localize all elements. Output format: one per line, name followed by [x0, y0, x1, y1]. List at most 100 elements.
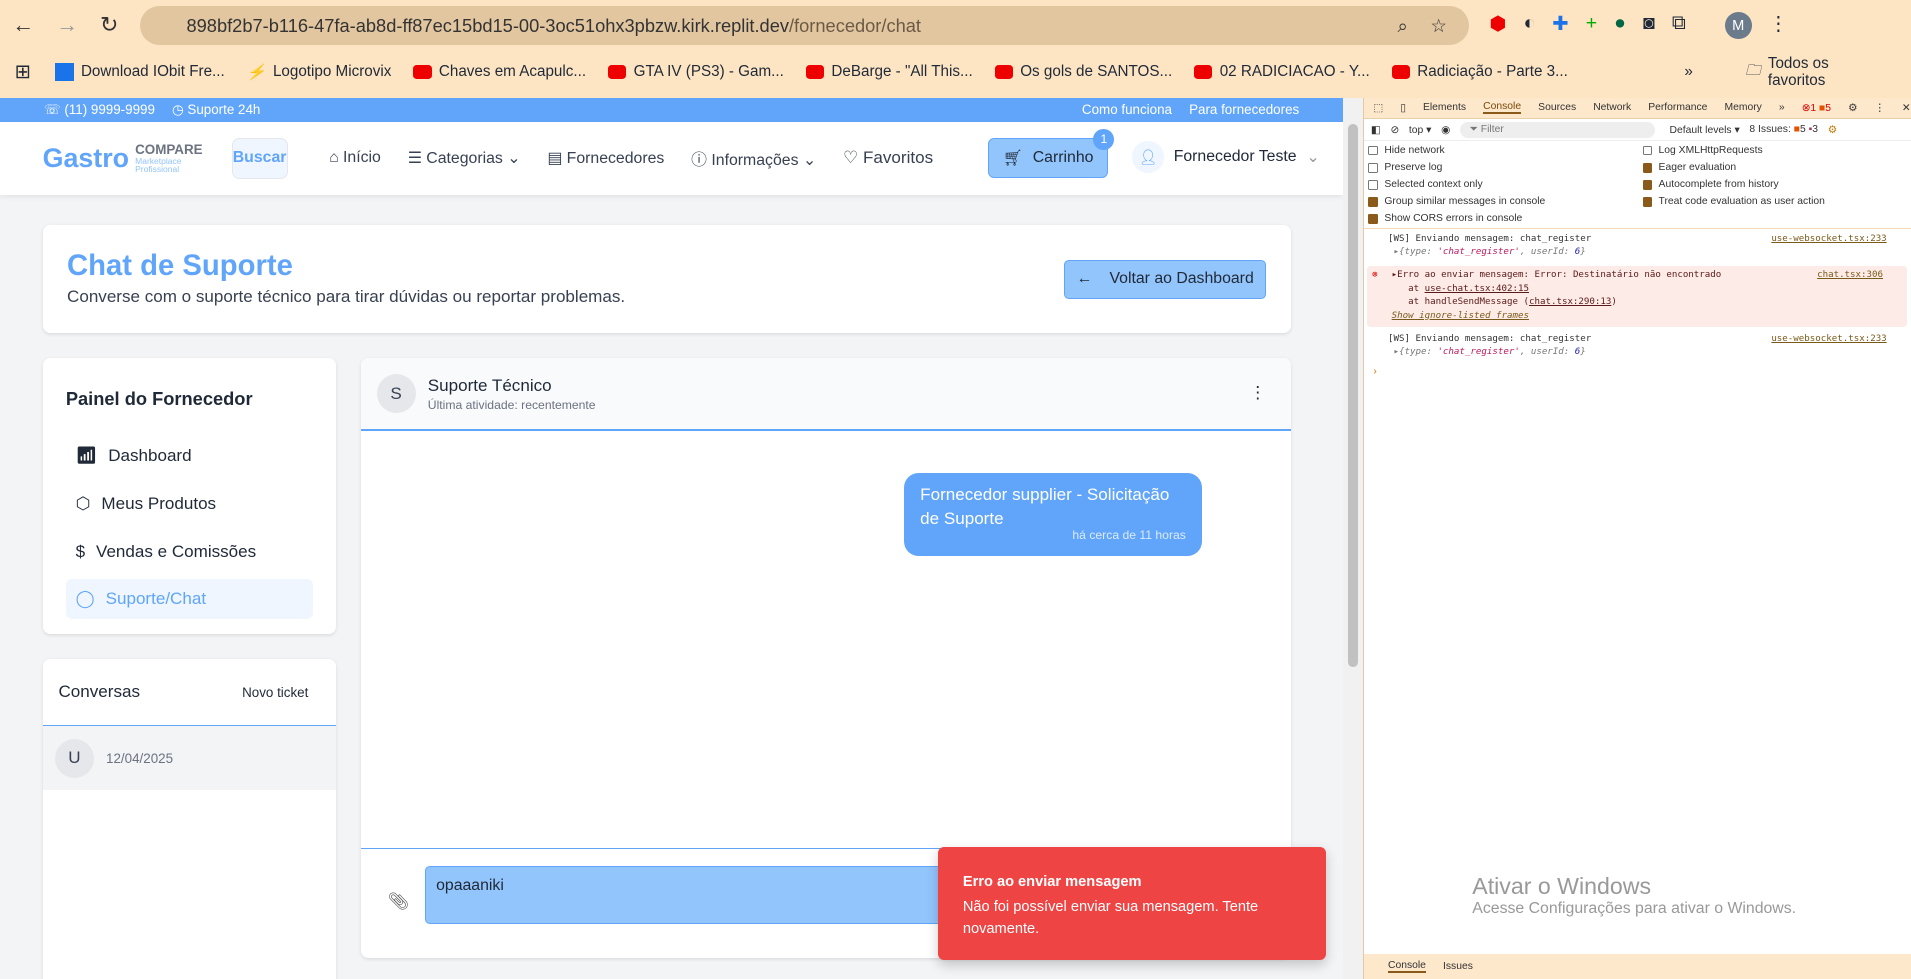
- devtools-tabs: ⬚ ▯ Elements Console Sources Network Perf…: [1363, 97, 1911, 120]
- paperclip-icon[interactable]: 📎︎: [388, 892, 410, 912]
- star-icon[interactable]: ☆: [1430, 15, 1446, 37]
- stack-link[interactable]: chat.tsx:290:13: [1529, 297, 1611, 307]
- sidebar-item-dashboard[interactable]: 📶︎ Dashboard: [66, 436, 313, 476]
- bookmark[interactable]: ⚡ Logotipo Microvix: [247, 63, 392, 81]
- source-link[interactable]: use-websocket.tsx:233: [1771, 333, 1886, 346]
- bookmark[interactable]: DeBarge - "All This...: [805, 63, 973, 80]
- nav-suppliers[interactable]: ▤ Fornecedores: [547, 148, 664, 168]
- for-suppliers-link[interactable]: Para fornecedores: [1189, 102, 1299, 117]
- bookmark[interactable]: GTA IV (PS3) - Gam...: [608, 63, 784, 80]
- error-count[interactable]: ⊗1 ■5: [1802, 102, 1831, 114]
- option-cors-errors[interactable]: Show CORS errors in console: [1368, 213, 1642, 224]
- camera-icon[interactable]: ◙: [1643, 12, 1655, 39]
- user-icon: 👤︎: [1132, 141, 1164, 174]
- eye-icon[interactable]: ◉: [1441, 124, 1450, 136]
- more-tabs-icon[interactable]: »: [1779, 102, 1785, 113]
- settings-icon[interactable]: ⚙: [1848, 102, 1857, 114]
- clear-icon[interactable]: ⊘: [1390, 124, 1399, 136]
- bookmark[interactable]: Download IObit Fre...: [55, 62, 225, 82]
- search-button[interactable]: Buscar: [231, 137, 288, 180]
- conversation-item[interactable]: U 12/04/2025: [42, 726, 337, 790]
- close-icon[interactable]: ✕: [1902, 102, 1911, 114]
- user-menu[interactable]: 👤︎ Fornecedor Teste ⌄: [1132, 141, 1320, 174]
- sidebar-item-support-chat[interactable]: ◯ Suporte/Chat: [65, 578, 314, 620]
- forward-icon[interactable]: →: [56, 12, 78, 38]
- bookmark[interactable]: Chaves em Acapulc...: [413, 63, 586, 80]
- bookmark[interactable]: Radiciação - Parte 3...: [1391, 63, 1568, 80]
- zoom-icon[interactable]: ⌕: [1397, 15, 1407, 37]
- inspect-icon[interactable]: ⬚: [1373, 102, 1383, 114]
- logo[interactable]: Gastro: [43, 143, 129, 174]
- issues-button[interactable]: 8 Issues: ■5 ▪3: [1749, 124, 1818, 135]
- url-host: 898bf2b7-b116-47fa-ab8d-ff87ec15bd15-00-…: [186, 14, 789, 36]
- sidebar-item-products[interactable]: ⬡ Meus Produtos: [66, 484, 313, 524]
- extension-icon[interactable]: +: [1586, 12, 1597, 39]
- console-settings-icon[interactable]: ⚙: [1828, 124, 1837, 136]
- tab-performance[interactable]: Performance: [1648, 102, 1707, 113]
- option-treat-code[interactable]: Treat code evaluation as user action: [1642, 196, 1911, 207]
- nav-categories[interactable]: ☰ Categorias ⌄: [408, 148, 521, 168]
- menu-icon[interactable]: ⋮: [1769, 12, 1789, 39]
- stack-link[interactable]: use-chat.tsx:402:15: [1425, 284, 1529, 294]
- sidebar-item-sales[interactable]: $ Vendas e Comissões: [66, 531, 313, 571]
- bookmark[interactable]: 02 RADICIACAO - Y...: [1194, 63, 1370, 80]
- address-bar[interactable]: 898bf2b7-b116-47fa-ab8d-ff87ec15bd15-00-…: [140, 6, 1469, 46]
- package-icon: ⬡: [75, 494, 91, 514]
- levels-select[interactable]: Default levels ▾: [1670, 124, 1740, 136]
- tab-network[interactable]: Network: [1593, 102, 1631, 113]
- console-prompt[interactable]: ›: [1364, 363, 1911, 379]
- main-nav: ⌂ Início ☰ Categorias ⌄ ▤ Fornecedores ⓘ…: [329, 122, 933, 195]
- nav-favorites[interactable]: ♡ Favoritos: [843, 148, 933, 168]
- puzzle-icon[interactable]: ✚: [1552, 12, 1568, 39]
- option-selected-context[interactable]: Selected context only: [1368, 179, 1642, 190]
- context-select[interactable]: top ▾: [1409, 124, 1431, 136]
- console-error: ⊗ ▸Erro ao enviar mensagem: Error: Desti…: [1367, 265, 1908, 327]
- tab-sources[interactable]: Sources: [1538, 102, 1576, 113]
- panel-title: Painel do Fornecedor: [65, 387, 253, 409]
- chat-header: S Suporte Técnico Última atividade: recen…: [360, 358, 1291, 432]
- device-icon[interactable]: ▯: [1400, 102, 1406, 114]
- profile-avatar[interactable]: M: [1724, 12, 1752, 39]
- all-bookmarks[interactable]: 🗀 Todos os favoritos: [1745, 55, 1889, 89]
- tab-console[interactable]: Console: [1483, 101, 1522, 115]
- message-input[interactable]: opaaaniki: [425, 866, 1011, 924]
- drawer-tab-console[interactable]: Console: [1387, 960, 1426, 973]
- extension-icon[interactable]: ⬢: [1489, 12, 1506, 39]
- filter-input[interactable]: ⏷ Filter: [1459, 121, 1655, 138]
- message-bubble: Fornecedor supplier - Solicitação de Sup…: [904, 472, 1202, 556]
- option-hide-network[interactable]: Hide network: [1368, 145, 1642, 156]
- nav-home[interactable]: ⌂ Início: [329, 149, 381, 167]
- menu-icon[interactable]: ⋮: [1874, 102, 1884, 114]
- apps-icon[interactable]: ⊞: [15, 60, 31, 84]
- extensions-icon[interactable]: ⧉: [1672, 12, 1686, 39]
- reload-icon[interactable]: ↻: [100, 12, 118, 38]
- tab-elements[interactable]: Elements: [1423, 102, 1466, 113]
- bookmark[interactable]: Os gols de SANTOS...: [994, 63, 1172, 80]
- url-path: /fornecedor/chat: [788, 14, 921, 36]
- new-ticket-button[interactable]: Novo ticket: [242, 685, 308, 700]
- cart-badge: 1: [1093, 128, 1115, 150]
- option-preserve-log[interactable]: Preserve log: [1368, 162, 1642, 173]
- more-options-icon[interactable]: ⋮: [1249, 383, 1266, 403]
- source-link[interactable]: use-websocket.tsx:233: [1771, 233, 1886, 246]
- tab-memory[interactable]: Memory: [1724, 102, 1761, 113]
- option-eager-eval[interactable]: Eager evaluation: [1642, 162, 1911, 173]
- extension-icon[interactable]: ◐: [1523, 12, 1535, 39]
- back-icon[interactable]: ←: [12, 12, 34, 38]
- drawer-tab-issues[interactable]: Issues: [1443, 961, 1473, 972]
- message-icon: ◯: [75, 589, 95, 609]
- option-log-xhr[interactable]: Log XMLHttpRequests: [1642, 145, 1911, 156]
- source-link[interactable]: chat.tsx:306: [1817, 269, 1883, 282]
- nav-info[interactable]: ⓘ Informações ⌄: [691, 147, 816, 170]
- devtools-panel: ⬚ ▯ Elements Console Sources Network Perf…: [1362, 97, 1911, 979]
- show-frames-link[interactable]: Show ignore-listed frames: [1392, 311, 1529, 321]
- page-scrollbar[interactable]: [1343, 97, 1363, 979]
- sidebar-icon[interactable]: ◧: [1371, 124, 1381, 136]
- cart-button[interactable]: 🛒︎ Carrinho 1: [988, 128, 1115, 178]
- option-autocomplete[interactable]: Autocomplete from history: [1642, 179, 1911, 190]
- extension-icon[interactable]: ●: [1614, 12, 1626, 39]
- back-to-dashboard-button[interactable]: ← Voltar ao Dashboard: [1064, 259, 1267, 299]
- option-group-similar[interactable]: Group similar messages in console: [1368, 196, 1642, 207]
- how-it-works-link[interactable]: Como funciona: [1082, 102, 1172, 117]
- more-bookmarks-icon[interactable]: »: [1684, 63, 1692, 80]
